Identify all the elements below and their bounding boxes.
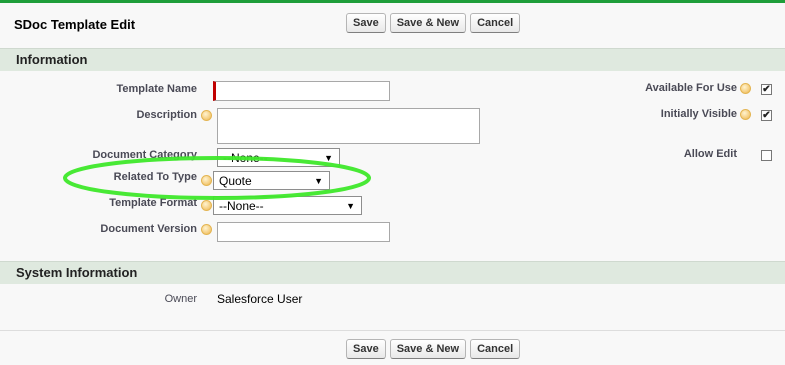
help-icon[interactable] xyxy=(201,175,212,186)
cancel-button[interactable]: Cancel xyxy=(470,339,521,359)
page-header: SDoc Template Edit Save Save & New Cance… xyxy=(0,3,785,45)
section-information-title: Information xyxy=(16,52,88,67)
chevron-down-icon: ▼ xyxy=(346,201,355,211)
template-format-value: --None-- xyxy=(219,198,264,213)
related-to-type-select[interactable]: Quote ▼ xyxy=(213,171,330,190)
available-for-use-label: Available For Use xyxy=(645,82,737,94)
document-version-label: Document Version xyxy=(100,223,197,235)
help-icon[interactable] xyxy=(201,224,212,235)
initially-visible-checkbox[interactable]: ✔ xyxy=(761,110,772,121)
bottom-divider xyxy=(0,330,785,331)
document-category-label: Document Category xyxy=(92,149,197,161)
related-to-type-label: Related To Type xyxy=(113,171,197,183)
help-icon[interactable] xyxy=(201,200,212,211)
allow-edit-label: Allow Edit xyxy=(683,148,737,160)
page-title: SDoc Template Edit xyxy=(14,17,136,32)
document-category-value: --None-- xyxy=(223,150,268,165)
help-icon[interactable] xyxy=(201,110,212,121)
section-information: Information xyxy=(0,48,785,71)
cancel-button[interactable]: Cancel xyxy=(470,13,521,33)
top-button-bar: Save Save & New Cancel xyxy=(346,13,521,33)
allow-edit-checkbox[interactable] xyxy=(761,150,772,161)
template-format-select[interactable]: --None-- ▼ xyxy=(213,196,362,215)
chevron-down-icon: ▼ xyxy=(314,176,323,186)
save-button[interactable]: Save xyxy=(346,13,386,33)
available-for-use-checkbox[interactable]: ✔ xyxy=(761,84,772,95)
save-new-button[interactable]: Save & New xyxy=(389,13,467,33)
save-new-button[interactable]: Save & New xyxy=(389,339,467,359)
section-system-information: System Information xyxy=(0,261,785,284)
description-textarea[interactable] xyxy=(217,108,480,144)
template-name-input[interactable] xyxy=(213,81,390,101)
owner-label: Owner xyxy=(164,293,197,305)
help-icon[interactable] xyxy=(740,109,751,120)
description-label: Description xyxy=(136,109,197,121)
template-name-label: Template Name xyxy=(116,83,198,95)
edit-page: SDoc Template Edit Save Save & New Cance… xyxy=(0,3,785,365)
help-icon[interactable] xyxy=(740,83,751,94)
save-button[interactable]: Save xyxy=(346,339,386,359)
related-to-type-value: Quote xyxy=(219,173,252,188)
owner-value: Salesforce User xyxy=(217,292,303,306)
initially-visible-label: Initially Visible xyxy=(660,108,737,120)
document-version-input[interactable] xyxy=(217,222,390,242)
template-format-label: Template Format xyxy=(109,197,197,209)
bottom-button-bar: Save Save & New Cancel xyxy=(346,339,521,359)
chevron-down-icon: ▼ xyxy=(324,153,333,163)
section-system-information-title: System Information xyxy=(16,265,138,280)
document-category-select[interactable]: --None-- ▼ xyxy=(217,148,340,167)
